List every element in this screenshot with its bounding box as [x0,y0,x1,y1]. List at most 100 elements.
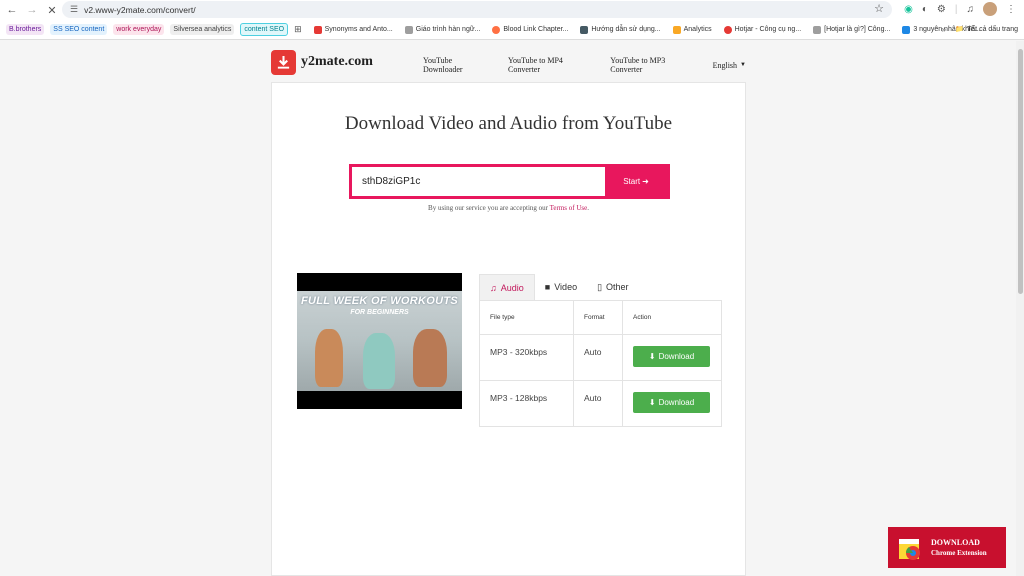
bookmark-item[interactable]: Giáo trình hàn ngữ... [404,25,481,34]
media-icon[interactable]: ♫ [967,4,975,15]
terms-suffix: . [587,204,589,212]
workout-figure-3 [413,329,447,387]
download-icon: ⬇ [648,352,656,361]
video-camera-icon: ■ [544,282,551,292]
start-label: Start [623,177,641,186]
favicon-icon [404,25,413,34]
language-label: English [712,60,738,70]
header-file-type: File type [479,300,574,335]
extension-line2: Chrome Extension [931,548,987,557]
bookmark-star-icon[interactable]: ☆ [874,2,884,15]
extension-icons: ◉ ◐ ⚙ | ♫ ⋮ [904,2,1016,16]
bookmark-item[interactable]: [Hotjar là gì?] Công... [813,25,891,34]
format-tabs: ♫ Audio ■ Video ▯ Other [479,274,722,300]
browser-toolbar: ← → ✕ ☰ v2.www-y2mate.com/convert/ ☆ ◉ ◐… [0,0,1024,20]
bookmark-item[interactable]: Blood Link Chapter... [492,25,569,34]
terms-prefix: By using our service you are accepting o… [428,204,548,212]
bookmark-chip[interactable]: work everyday [113,24,165,35]
download-button[interactable]: ⬇ Download [633,346,710,367]
avatar[interactable] [983,2,997,16]
row-action: ⬇ Download [622,334,722,381]
site-nav: YouTube Downloader YouTube to MP4 Conver… [423,56,746,74]
row-file-type: MP3 - 128kbps [479,380,574,427]
tab-audio[interactable]: ♫ Audio [479,274,535,300]
start-button[interactable]: Start ➜ [605,167,667,196]
video-thumbnail[interactable]: FULL WEEK OF WORKOUTS FOR BEGINNERS [297,273,462,409]
favicon-icon [813,25,822,34]
terms-notice: By using our service you are accepting o… [272,204,745,212]
workout-figure-2 [363,333,395,389]
tab-audio-label: Audio [500,282,524,293]
site-info-icon[interactable]: ☰ [70,4,78,15]
nav-youtube-downloader[interactable]: YouTube Downloader [423,56,490,74]
workout-figure-1 [315,329,343,387]
bookmark-item[interactable]: Synonyms and Anto... [313,25,393,34]
thumbnail-subtitle: FOR BEGINNERS [350,309,409,316]
download-icon: ⬇ [648,398,656,407]
all-bookmarks-label: Tất cả dấu trang [967,25,1018,33]
extension-line1: DOWNLOAD [931,537,980,547]
bookmark-label: Analytics [683,26,712,33]
extension-text: DOWNLOAD Chrome Extension [931,537,987,559]
stop-loading-icon[interactable]: ✕ [42,0,62,20]
favicon-icon [313,25,322,34]
chrome-extension-box-icon [895,533,925,563]
site-header: y2mate.com YouTube Downloader YouTube to… [271,44,746,80]
nav-youtube-to-mp3[interactable]: YouTube to MP3 Converter [610,56,694,74]
download-button[interactable]: ⬇ Download [633,392,710,413]
search-input[interactable] [352,167,605,196]
menu-divider-icon: | [954,3,958,15]
bookmark-chip[interactable]: content SEO [240,23,289,36]
header-format: Format [573,300,623,335]
favicon-icon [723,25,732,34]
bookmark-chip[interactable]: B.brothers [6,24,45,35]
favicon-icon [672,25,681,34]
table-header-row: File type Format Action [479,300,722,335]
bookmark-item[interactable]: Analytics [672,25,712,34]
file-icon: ▯ [597,281,603,292]
tab-video-label: Video [554,282,578,292]
sync-icon[interactable]: ◐ [922,4,928,15]
thumbnail-title: FULL WEEK OF WORKOUTS [300,295,459,307]
tab-other-label: Other [606,282,629,292]
favicon-icon [902,25,911,34]
terms-of-use-link[interactable]: Terms of Use [550,204,588,212]
row-format: Auto [573,380,623,427]
chrome-extension-banner[interactable]: DOWNLOAD Chrome Extension [888,527,1006,568]
bookmark-item[interactable]: Hướng dẫn sử dụng... [580,25,661,34]
page-title: Download Video and Audio from YouTube [344,113,673,134]
bookmark-item[interactable]: Hotjar - Công cụ ng... [723,25,801,34]
bookmark-label: Giáo trình hàn ngữ... [415,26,481,33]
thumbnail-image: FULL WEEK OF WORKOUTS FOR BEGINNERS [297,291,462,391]
more-bookmarks-icon[interactable]: » [942,25,946,34]
extensions-icon[interactable]: ⚙ [937,4,946,15]
bookmark-label: Blood Link Chapter... [503,26,569,33]
bookmark-chip[interactable]: SS SEO content [50,24,108,35]
download-label: Download [658,398,695,407]
table-row: MP3 - 320kbps Auto ⬇ Download [479,334,722,381]
tab-video[interactable]: ■ Video [535,274,587,300]
scrollbar-thumb[interactable] [1018,49,1023,294]
scrollbar[interactable] [1016,41,1024,576]
favicon-icon [492,25,501,34]
forward-arrow-icon[interactable]: → [22,0,42,20]
logo-text[interactable]: y2mate.com [301,54,373,70]
all-bookmarks-folder[interactable]: 📁 Tất cả dấu trang [955,25,1018,34]
address-bar[interactable]: ☰ v2.www-y2mate.com/convert/ ☆ [62,1,892,18]
apps-grid-icon[interactable]: ⊞ [294,24,302,35]
row-format: Auto [573,334,623,381]
bookmark-label: Hướng dẫn sử dụng... [591,26,661,33]
kebab-menu-icon[interactable]: ⋮ [1006,4,1016,15]
main-card: Download Video and Audio from YouTube St… [271,82,746,576]
language-dropdown[interactable]: English ▼ [713,56,746,74]
back-arrow-icon[interactable]: ← [2,0,22,20]
folder-icon: 📁 [955,26,965,33]
logo-download-icon[interactable] [271,49,296,75]
row-action: ⬇ Download [622,380,722,427]
bookmark-label: [Hotjar là gì?] Công... [824,26,891,33]
grammarly-icon[interactable]: ◉ [904,4,913,15]
header-action: Action [622,300,722,335]
bookmark-chip[interactable]: Silversea analytics [170,24,235,35]
tab-other[interactable]: ▯ Other [587,274,638,300]
nav-youtube-to-mp4[interactable]: YouTube to MP4 Converter [508,56,592,74]
